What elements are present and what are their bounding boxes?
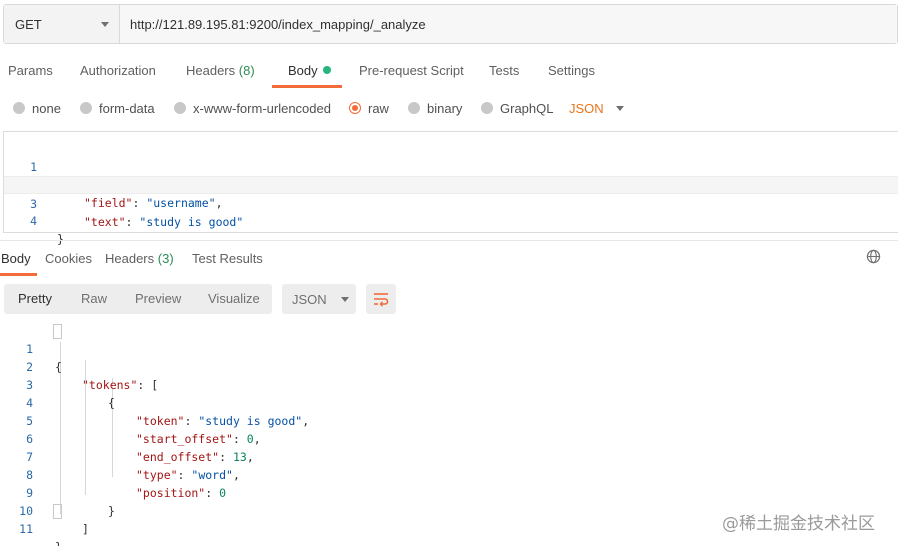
code-line: 8 "position": 0 [0, 448, 898, 500]
radio-icon [13, 102, 25, 114]
tab-label: Pre-request Script [359, 63, 464, 78]
code-line: 3 { [0, 358, 898, 410]
code-line: 2 "field": "username", [4, 158, 898, 210]
code-line: 10 ] [0, 484, 898, 536]
method-label: GET [15, 16, 42, 32]
tab-label: Settings [548, 63, 595, 78]
response-format-dropdown[interactable]: JSON [282, 284, 356, 314]
tab-label: Cookies [45, 251, 92, 266]
view-visualize-button[interactable]: Visualize [208, 284, 260, 314]
tab-label: Params [8, 63, 53, 78]
response-body-viewer[interactable]: 1 { 2 "tokens": [ 3 { 4 "token": "study … [0, 322, 898, 546]
chevron-down-icon [340, 296, 349, 302]
radio-x-www-form-urlencoded[interactable]: x-www-form-urlencoded [174, 96, 331, 120]
code-line: 9 } [0, 466, 898, 518]
tab-test-results[interactable]: Test Results [192, 244, 263, 276]
request-tabs: Params Authorization Headers (8) Body Pr… [0, 56, 898, 88]
radio-checked-icon [349, 102, 361, 114]
format-label: JSON [292, 291, 327, 307]
json-string: "study is good" [139, 215, 244, 229]
chevron-down-icon [101, 21, 109, 27]
code-line: 2 "tokens": [ [0, 340, 898, 392]
radio-icon [80, 102, 92, 114]
tab-label: Headers [105, 251, 155, 266]
tab-params[interactable]: Params [8, 56, 53, 88]
radio-label: binary [427, 100, 463, 116]
tab-tests[interactable]: Tests [489, 56, 519, 88]
radio-form-data[interactable]: form-data [80, 96, 155, 120]
method-dropdown[interactable]: GET [4, 5, 120, 43]
tab-label: Headers [186, 63, 236, 78]
button-label: Raw [81, 291, 108, 306]
radio-none[interactable]: none [13, 96, 61, 120]
code-line: 7 "type": "word", [0, 430, 898, 482]
view-pretty-button[interactable]: Pretty [18, 284, 52, 314]
code-text: } [55, 538, 62, 546]
radio-label: none [32, 100, 61, 116]
tab-authorization[interactable]: Authorization [80, 56, 156, 88]
radio-icon [174, 102, 186, 114]
globe-icon[interactable] [866, 249, 881, 264]
request-body-editor[interactable]: 1 { 2 "field": "username", 3 "text": "st… [3, 131, 898, 246]
url-text: http://121.89.195.81:9200/index_mapping/… [130, 16, 426, 32]
raw-format-dropdown[interactable]: JSON [569, 96, 624, 120]
tab-body[interactable]: Body [288, 56, 331, 88]
radio-binary[interactable]: binary [408, 96, 462, 120]
active-tab-indicator [272, 85, 342, 88]
radio-label: raw [368, 100, 389, 116]
code-text: "text": "study is good" [84, 215, 244, 229]
tab-label: Test Results [192, 251, 263, 266]
request-url-bar: GET http://121.89.195.81:9200/index_mapp… [3, 4, 898, 44]
code-line: 4 } [4, 194, 898, 246]
tab-pre-request-script[interactable]: Pre-request Script [359, 56, 464, 88]
tab-label: Body [1, 251, 31, 266]
tab-response-headers[interactable]: Headers (3) [105, 244, 174, 276]
view-preview-button[interactable]: Preview [135, 284, 181, 314]
radio-label: GraphQL [500, 100, 554, 116]
headers-count-badge: (8) [238, 63, 255, 78]
tab-label: Authorization [80, 63, 156, 78]
tab-settings[interactable]: Settings [548, 56, 595, 88]
response-tabs: Body Cookies Headers (3) Test Results [0, 244, 898, 276]
button-label: Visualize [208, 291, 260, 306]
json-key: "text" [84, 215, 126, 229]
button-label: Pretty [18, 291, 52, 306]
radio-icon [408, 102, 420, 114]
view-raw-button[interactable]: Raw [81, 284, 107, 314]
wrap-lines-button[interactable] [366, 284, 396, 314]
radio-label: x-www-form-urlencoded [193, 100, 331, 116]
body-type-selector: none form-data x-www-form-urlencoded raw… [0, 96, 898, 120]
section-divider [0, 240, 898, 241]
code-line: 1 { [0, 322, 898, 374]
tab-label: Tests [489, 63, 520, 78]
headers-count-badge: (3) [157, 251, 174, 266]
url-input[interactable]: http://121.89.195.81:9200/index_mapping/… [120, 5, 897, 43]
code-line: 5 "start_offset": 0, [0, 394, 898, 446]
tab-headers[interactable]: Headers (8) [186, 56, 255, 88]
tab-label: Body [288, 63, 318, 78]
line-number: 4 [30, 214, 37, 228]
tab-response-body[interactable]: Body [1, 244, 31, 276]
radio-icon [481, 102, 493, 114]
code-line: 6 "end_offset": 13, [0, 412, 898, 464]
response-view-switcher: Pretty Raw Preview Visualize [4, 284, 272, 314]
status-dot-icon [322, 66, 331, 74]
active-tab-indicator [0, 273, 37, 276]
radio-raw[interactable]: raw [349, 96, 389, 120]
format-label: JSON [569, 100, 604, 116]
chevron-down-icon [615, 105, 624, 111]
code-line-active: 3 "text": "study is good" [4, 176, 898, 229]
wrap-text-icon [374, 293, 389, 307]
line-number: 11 [19, 522, 33, 536]
radio-graphql[interactable]: GraphQL [481, 96, 553, 120]
watermark: @稀土掘金技术社区 [722, 514, 875, 534]
code-text: ] [82, 522, 89, 536]
tab-cookies[interactable]: Cookies [45, 244, 92, 276]
code-line: 4 "token": "study is good", [0, 376, 898, 428]
code-line: 1 { [4, 140, 898, 192]
radio-label: form-data [99, 100, 155, 116]
button-label: Preview [135, 291, 182, 306]
